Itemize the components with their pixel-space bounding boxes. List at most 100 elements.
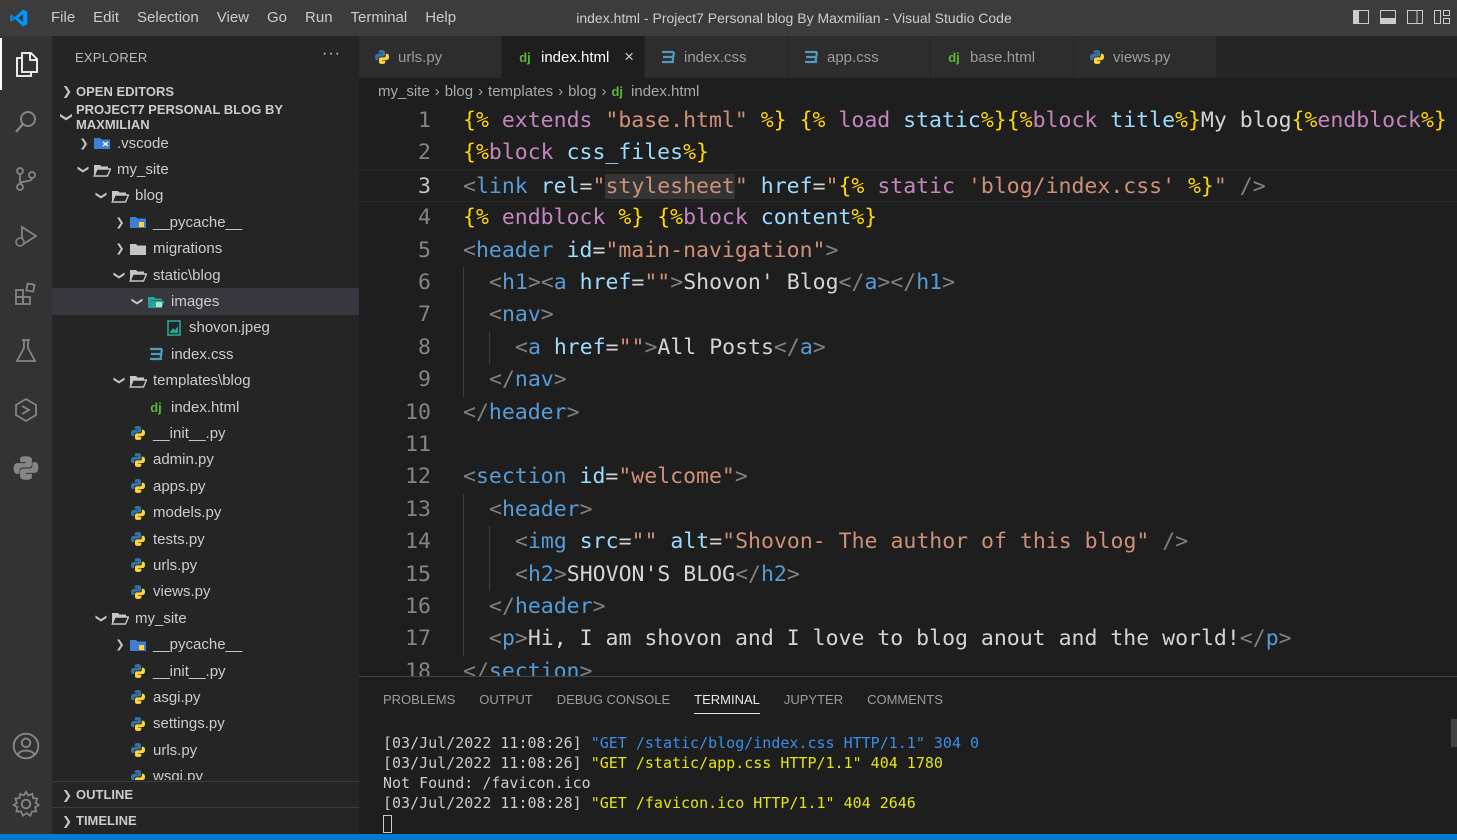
tree-item[interactable]: settings.py <box>52 711 359 737</box>
code-token: {% <box>799 108 839 133</box>
tree-item[interactable]: urls.py <box>52 737 359 763</box>
tab-output[interactable]: OUTPUT <box>467 677 544 721</box>
terminal-output[interactable]: [03/Jul/2022 11:08:26] "GET /static/blog… <box>383 733 979 833</box>
code-token: >< <box>527 270 554 295</box>
customize-layout-icon[interactable] <box>1433 8 1451 26</box>
code-line[interactable]: 7 <nav> <box>359 299 1457 332</box>
remote-explorer-icon[interactable] <box>0 384 52 436</box>
tree-item[interactable]: shovon.jpeg <box>52 315 359 341</box>
breadcrumb-item[interactable]: templates <box>488 83 553 100</box>
code-line[interactable]: 16 </header> <box>359 591 1457 624</box>
tree-item[interactable]: __init__.py <box>52 658 359 684</box>
menu-selection[interactable]: Selection <box>128 0 208 36</box>
python-icon[interactable] <box>0 442 52 494</box>
search-icon[interactable] <box>0 96 52 148</box>
tree-item[interactable]: models.py <box>52 499 359 525</box>
toggle-panel-icon[interactable] <box>1379 8 1397 26</box>
code-line[interactable]: 9 </nav> <box>359 364 1457 397</box>
tree-item[interactable]: apps.py <box>52 473 359 499</box>
tree-item[interactable]: ❯ static\blog <box>52 262 359 288</box>
source-control-icon[interactable] <box>0 153 52 205</box>
code-line[interactable]: 6 <h1><a href="">Shovon' Blog</a></h1> <box>359 267 1457 300</box>
line-number: 9 <box>418 367 431 393</box>
code-line[interactable]: 13 <header> <box>359 493 1457 527</box>
code-line[interactable]: 14 <img src="" alt="Shovon- The author of… <box>359 526 1457 559</box>
vscode-logo-icon[interactable] <box>4 0 34 36</box>
breadcrumb-item[interactable]: my_site <box>378 83 430 100</box>
code-token: = <box>618 529 632 555</box>
tree-item[interactable]: ❯ migrations <box>52 236 359 262</box>
code-editor[interactable]: 1 {% extends "base.html" %} {% load stati… <box>359 104 1457 676</box>
menu-run[interactable]: Run <box>296 0 342 36</box>
editor-tab[interactable]: urls.py <box>359 36 502 78</box>
tree-item[interactable]: ❯ __pycache__ <box>52 631 359 657</box>
menu-file[interactable]: File <box>42 0 84 36</box>
menu-edit[interactable]: Edit <box>84 0 128 36</box>
testing-icon[interactable] <box>0 325 52 377</box>
terminal-scrollbar[interactable] <box>1451 719 1457 747</box>
tree-item[interactable]: dj index.html <box>52 394 359 420</box>
outline-section[interactable]: ❯ OUTLINE <box>52 781 359 807</box>
breadcrumb-item[interactable]: blog <box>568 83 596 100</box>
tree-item[interactable]: index.css <box>52 341 359 367</box>
menu-go[interactable]: Go <box>258 0 296 36</box>
tab-jupyter[interactable]: JUPYTER <box>772 677 855 721</box>
code-line[interactable]: 18 </section> <box>359 656 1457 676</box>
tree-item[interactable]: ❯ templates\blog <box>52 368 359 394</box>
tree-item[interactable]: ❯ blog <box>52 183 359 209</box>
tree-item[interactable]: views.py <box>52 579 359 605</box>
code-line[interactable]: 10 </header> <box>359 397 1457 429</box>
code-line[interactable]: 4 {% endblock %} {%block content%} <box>359 202 1457 234</box>
tree-item[interactable]: __init__.py <box>52 420 359 446</box>
tree-item[interactable]: ❯ .vscode <box>52 130 359 156</box>
tree-item[interactable]: wsgi.py <box>52 763 359 780</box>
breadcrumb-item[interactable]: blog <box>445 83 473 100</box>
tree-item[interactable]: tests.py <box>52 526 359 552</box>
tree-item[interactable]: asgi.py <box>52 684 359 710</box>
code-line[interactable]: 1 {% extends "base.html" %} {% load stati… <box>359 105 1457 137</box>
explorer-icon[interactable] <box>0 38 52 90</box>
code-line[interactable]: 8 <a href="">All Posts</a> <box>359 331 1457 365</box>
menu-help[interactable]: Help <box>416 0 465 36</box>
menu-terminal[interactable]: Terminal <box>342 0 417 36</box>
code-line[interactable]: 3 <link rel="stylesheet" href="{% static … <box>359 169 1457 203</box>
project-section[interactable]: ❯ PROJECT7 PERSONAL BLOG BY MAXMILIAN <box>52 102 359 132</box>
breadcrumb-item[interactable]: index.html <box>631 83 699 100</box>
editor-tab[interactable]: index.css <box>645 36 788 78</box>
tab-comments[interactable]: COMMENTS <box>855 677 955 721</box>
code-line[interactable]: 2 {%block css_files%} <box>359 137 1457 169</box>
code-token: section <box>475 464 580 490</box>
editor-tab[interactable]: dj base.html <box>931 36 1074 78</box>
toggle-secondary-sidebar-icon[interactable] <box>1406 8 1424 26</box>
tab-problems[interactable]: PROBLEMS <box>371 677 467 721</box>
manage-gear-icon[interactable] <box>0 778 52 830</box>
tab-debug-console[interactable]: DEBUG CONSOLE <box>545 677 682 721</box>
code-token: block <box>683 205 761 231</box>
editor-tab[interactable]: dj index.html × <box>502 36 645 78</box>
open-editors-section[interactable]: ❯ OPEN EDITORS <box>52 78 359 104</box>
editor-tab[interactable]: app.css <box>788 36 931 78</box>
line-number: 1 <box>418 108 431 133</box>
close-tab-icon[interactable]: × <box>624 47 634 67</box>
code-line[interactable]: 11 <box>359 429 1457 461</box>
tree-item[interactable]: ❯ images <box>52 288 359 315</box>
tree-item[interactable]: ❯ my_site <box>52 156 359 182</box>
editor-tab[interactable]: views.py <box>1074 36 1217 78</box>
code-line[interactable]: 12 <section id="welcome"> <box>359 461 1457 493</box>
more-actions-icon[interactable]: ··· <box>322 45 341 63</box>
menu-view[interactable]: View <box>208 0 258 36</box>
run-debug-icon[interactable] <box>0 210 52 262</box>
tree-item[interactable]: ❯ __pycache__ <box>52 209 359 235</box>
toggle-primary-sidebar-icon[interactable] <box>1352 8 1370 26</box>
tab-terminal[interactable]: TERMINAL <box>682 677 772 721</box>
timeline-section[interactable]: ❯ TIMELINE <box>52 807 359 833</box>
tree-item[interactable]: ❯ my_site <box>52 605 359 631</box>
code-line[interactable]: 17 <p>Hi, I am shovon and I love to blog … <box>359 623 1457 656</box>
code-line[interactable]: 5 <header id="main-navigation"> <box>359 235 1457 267</box>
tree-item[interactable]: urls.py <box>52 552 359 578</box>
tree-item[interactable]: admin.py <box>52 447 359 473</box>
accounts-icon[interactable] <box>0 720 52 772</box>
extensions-icon[interactable] <box>0 268 52 320</box>
code-line[interactable]: 15 <h2>SHOVON'S BLOG</h2> <box>359 558 1457 591</box>
code-token: = <box>605 334 619 360</box>
